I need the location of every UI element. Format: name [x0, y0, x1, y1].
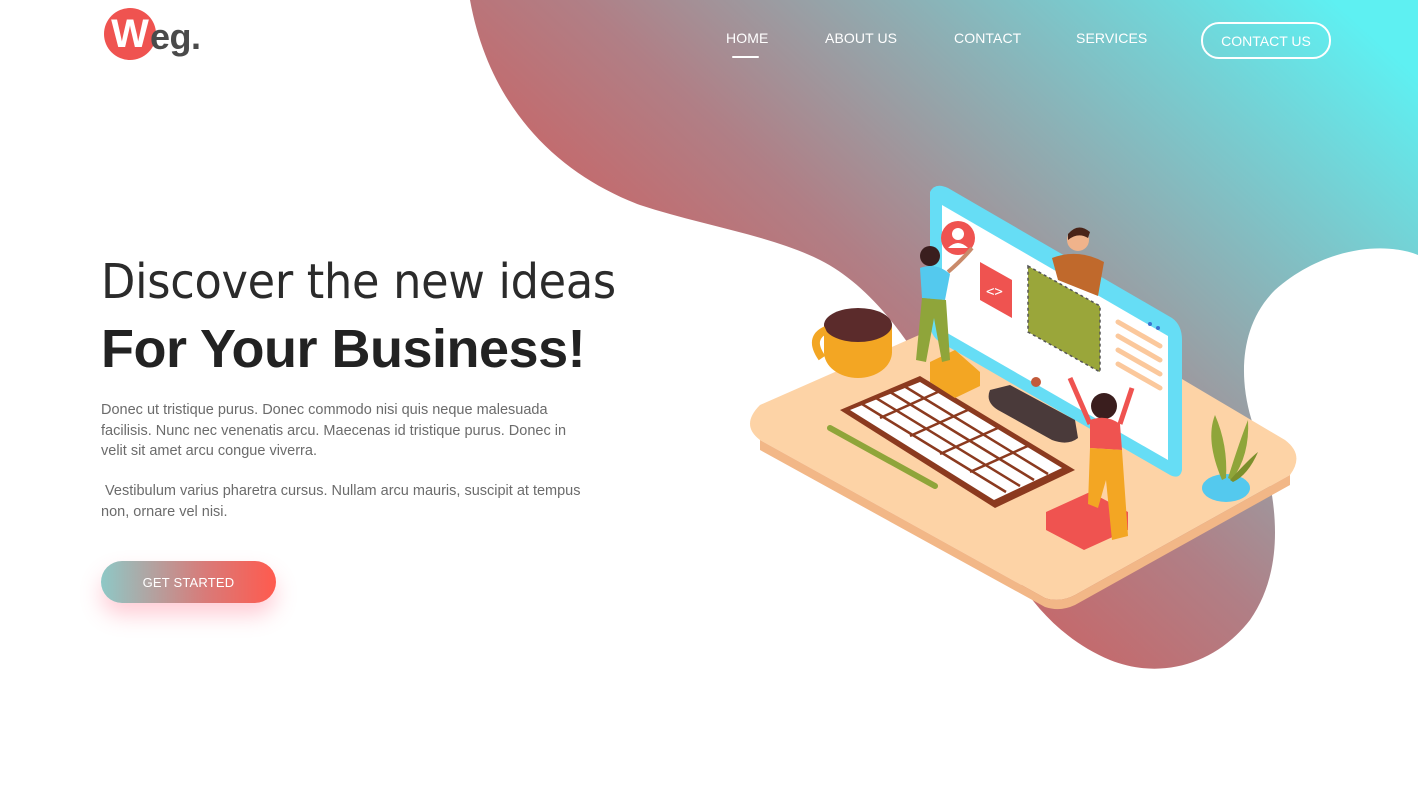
hero-title-line2: For Your Business! [101, 319, 586, 379]
get-started-button[interactable]: GET STARTED [101, 561, 276, 603]
nav-active-underline [732, 56, 759, 58]
plant-pot [1202, 474, 1250, 502]
contact-us-button[interactable]: CONTACT US [1201, 22, 1331, 59]
hero-illustration: <> [750, 185, 1297, 610]
svg-text:<>: <> [986, 284, 1003, 300]
brand-logo[interactable]: W eg. [104, 6, 201, 62]
hero-title-line1: Discover the new ideas [101, 254, 616, 310]
hero-paragraph-1: Donec ut tristique purus. Donec commodo … [101, 402, 567, 459]
nav-about-us[interactable]: ABOUT US [825, 30, 897, 46]
hero-paragraph-2: Vestibulum varius pharetra cursus. Nulla… [101, 483, 585, 520]
logo-wordmark: eg. [150, 16, 201, 57]
logo-mark: W [104, 8, 156, 60]
nav-services[interactable]: SERVICES [1076, 30, 1147, 46]
nav-home[interactable]: HOME [726, 30, 768, 46]
nav-contact[interactable]: CONTACT [954, 30, 1021, 46]
landing-page: <> W eg. HOME ABOUT US CONTACT SERVICES … [0, 0, 1418, 796]
